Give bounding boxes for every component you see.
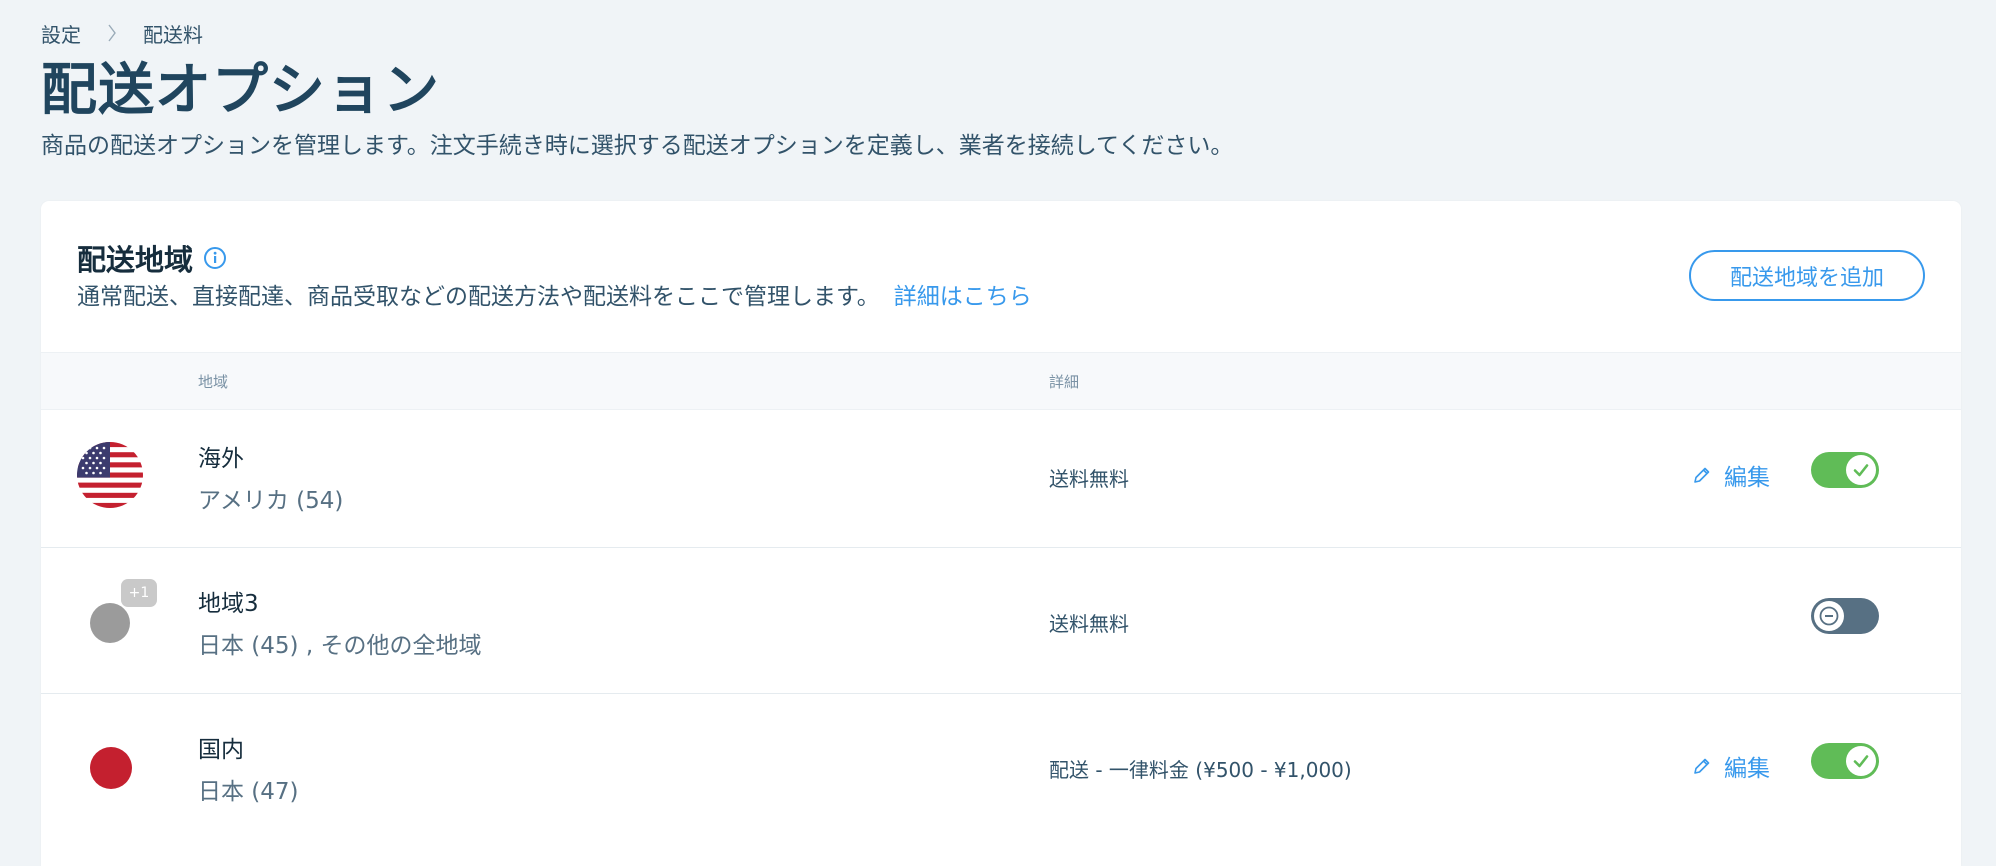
table-row[interactable]: 海外 アメリカ (54) 送料無料 編集 — [41, 409, 1961, 548]
page-header: 設定 配送料 配送オプション 商品の配送オプションを管理します。注文手続き時に選… — [41, 18, 1941, 162]
region-placeholder-icon — [90, 603, 130, 643]
column-header-region: 地域 — [198, 373, 229, 391]
card-description-text: 通常配送、直接配達、商品受取などの配送方法や配送料をここで管理します。 — [77, 284, 880, 310]
check-icon — [1846, 746, 1876, 776]
region-countries: 日本 (45) , その他の全地域 — [198, 633, 482, 659]
edit-button[interactable]: 編集 — [1692, 458, 1770, 492]
pencil-icon — [1692, 465, 1712, 485]
edit-button[interactable]: 編集 — [1692, 749, 1770, 783]
region-toggle[interactable] — [1811, 743, 1879, 779]
card-title: 配送地域 — [77, 237, 227, 279]
more-regions-badge: +1 — [121, 579, 157, 607]
region-countries: 日本 (47) — [198, 779, 299, 805]
region-detail: 配送 - 一律料金 (¥500 - ¥1,000) — [1049, 758, 1352, 782]
card-title-text: 配送地域 — [77, 243, 194, 277]
table-header: 地域 詳細 — [41, 352, 1961, 410]
breadcrumb: 設定 配送料 — [41, 18, 1941, 48]
table-row[interactable]: 国内 日本 (47) 配送 - 一律料金 (¥500 - ¥1,000) 編集 — [41, 694, 1961, 866]
region-name: 国内 — [198, 737, 244, 763]
region-name: 海外 — [198, 446, 244, 472]
add-region-button[interactable]: 配送地域を追加 — [1689, 250, 1925, 301]
table-row[interactable]: +1 地域3 日本 (45) , その他の全地域 送料無料 — [41, 548, 1961, 694]
region-detail: 送料無料 — [1049, 467, 1129, 491]
region-toggle[interactable] — [1811, 452, 1879, 488]
region-detail: 送料無料 — [1049, 612, 1129, 636]
column-header-details: 詳細 — [1049, 373, 1080, 391]
breadcrumb-current: 配送料 — [143, 22, 203, 47]
page-subtitle: 商品の配送オプションを管理します。注文手続き時に選択する配送オプションを定義し、… — [41, 133, 1234, 159]
region-toggle[interactable] — [1811, 598, 1879, 634]
breadcrumb-settings[interactable]: 設定 — [41, 19, 81, 48]
chevron-right-icon — [107, 23, 117, 43]
edit-label: 編集 — [1724, 756, 1770, 782]
shipping-regions-card: 配送地域 通常配送、直接配達、商品受取などの配送方法や配送料をここで管理します。… — [41, 201, 1961, 866]
info-icon[interactable] — [203, 246, 227, 270]
page-title: 配送オプション — [41, 58, 440, 123]
minus-icon — [1814, 601, 1844, 631]
pencil-icon — [1692, 756, 1712, 776]
card-description: 通常配送、直接配達、商品受取などの配送方法や配送料をここで管理します。 詳細はこち… — [77, 277, 1032, 311]
jp-flag-icon — [90, 747, 132, 789]
region-name: 地域3 — [198, 591, 259, 617]
check-icon — [1846, 455, 1876, 485]
us-flag-icon — [77, 442, 143, 512]
card-header: 配送地域 通常配送、直接配達、商品受取などの配送方法や配送料をここで管理します。… — [41, 201, 1961, 351]
learn-more-link[interactable]: 詳細はこちら — [894, 284, 1032, 310]
edit-label: 編集 — [1724, 465, 1770, 491]
region-countries: アメリカ (54) — [198, 488, 344, 514]
